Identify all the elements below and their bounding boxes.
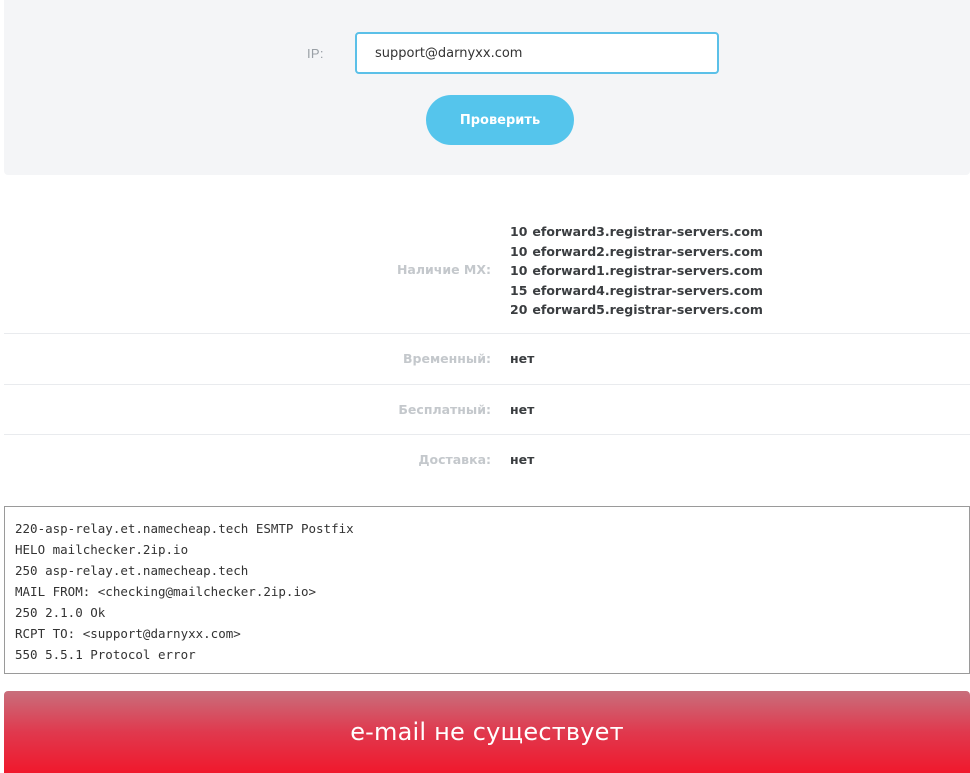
mx-priority: 10	[510, 243, 528, 259]
mx-priority: 20	[510, 302, 528, 318]
mx-record: 10 eforward1.registrar-servers.com	[510, 261, 763, 281]
mx-host: eforward4.registrar-servers.com	[532, 282, 763, 298]
mx-records-list: 10 eforward3.registrar-servers.com 10 efor…	[510, 222, 763, 320]
delivery-value: нет	[510, 452, 535, 467]
free-label: Бесплатный:	[398, 402, 491, 417]
mx-record: 15 eforward4.registrar-servers.com	[510, 281, 763, 301]
mx-host: eforward2.registrar-servers.com	[532, 243, 763, 259]
free-value: нет	[510, 402, 535, 417]
result-row-delivery: Доставка: нет	[4, 435, 970, 485]
mx-record: 10 eforward3.registrar-servers.com	[510, 222, 763, 242]
mx-host: eforward1.registrar-servers.com	[532, 263, 763, 279]
status-banner: e-mail не существует	[4, 691, 970, 773]
temporary-value: нет	[510, 351, 535, 366]
smtp-log: 220-asp-relay.et.namecheap.tech ESMTP Po…	[4, 506, 970, 674]
log-line: 550 5.5.1 Protocol error	[15, 647, 196, 662]
mx-host: eforward5.registrar-servers.com	[532, 302, 763, 318]
ip-email-input[interactable]	[355, 32, 719, 74]
mx-record: 10 eforward2.registrar-servers.com	[510, 242, 763, 262]
ip-label: IP:	[307, 46, 324, 61]
temporary-label: Временный:	[403, 351, 491, 366]
check-form-panel: IP: Проверить	[4, 0, 970, 175]
page: IP: Проверить Наличие MX: 10 eforward3.re…	[0, 0, 970, 773]
mx-host: eforward3.registrar-servers.com	[532, 224, 763, 239]
log-line: MAIL FROM: <checking@mailchecker.2ip.io>	[15, 584, 317, 599]
status-text: e-mail не существует	[350, 718, 624, 746]
log-line: RCPT TO: <support@darnyxx.com>	[15, 626, 241, 641]
result-row-free: Бесплатный: нет	[4, 385, 970, 435]
mx-priority: 15	[510, 282, 528, 298]
mx-priority: 10	[510, 263, 528, 279]
result-row-mx: Наличие MX: 10 eforward3.registrar-server…	[4, 205, 970, 334]
log-line: 250 2.1.0 Ok	[15, 605, 106, 620]
mx-label: Наличие MX:	[396, 262, 491, 277]
log-line: 220-asp-relay.et.namecheap.tech ESMTP Po…	[15, 521, 354, 536]
result-row-temporary: Временный: нет	[4, 334, 970, 385]
check-button[interactable]: Проверить	[426, 95, 574, 145]
mx-priority: 10	[510, 224, 528, 239]
mx-record: 20 eforward5.registrar-servers.com	[510, 300, 763, 320]
delivery-label: Доставка:	[418, 452, 491, 467]
log-line: 250 asp-relay.et.namecheap.tech	[15, 563, 249, 578]
log-line: HELO mailchecker.2ip.io	[15, 542, 189, 557]
results-table: Наличие MX: 10 eforward3.registrar-server…	[4, 205, 970, 485]
